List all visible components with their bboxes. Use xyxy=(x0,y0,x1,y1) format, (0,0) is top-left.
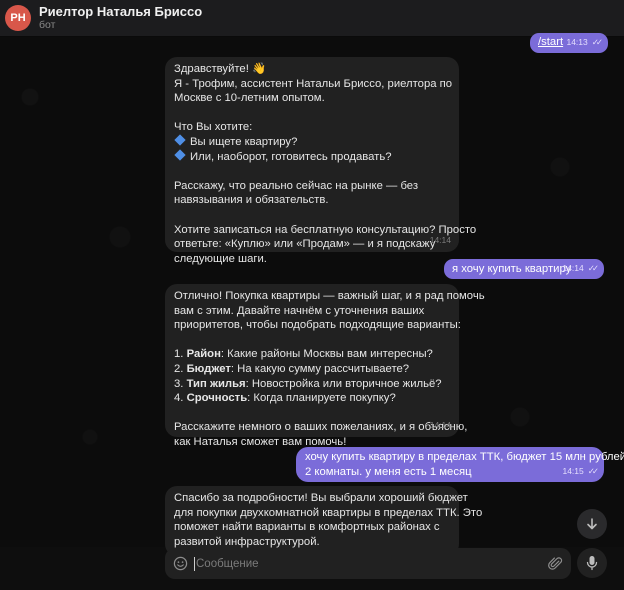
message-line: Расскажите немного о ваших пожеланиях, и… xyxy=(174,421,468,434)
message-line: следующие шаги. xyxy=(174,252,267,265)
blue-diamond-icon xyxy=(174,134,186,146)
message-input[interactable] xyxy=(196,557,548,570)
message-line: 2 комнаты. у меня есть 1 месяц xyxy=(305,465,472,478)
paperclip-icon xyxy=(548,557,563,570)
list-item: 3. Тип жилья: Новостройка или вторичное … xyxy=(174,377,442,390)
list-item: 2. Бюджет: На какую сумму рассчитываете? xyxy=(174,362,410,375)
chat-title-block[interactable]: Риелтор Наталья Бриссо бот xyxy=(39,3,203,32)
message-time: 14:14 xyxy=(429,235,451,246)
message-line: Что Вы хотите: xyxy=(174,121,253,134)
chat-header[interactable]: PH Риелтор Наталья Бриссо бот xyxy=(0,0,624,37)
text-caret xyxy=(194,556,195,571)
message-line: Расскажу, что реально сейчас на рынке — … xyxy=(174,179,419,192)
message-line: навязывания и обязательств. xyxy=(174,194,329,207)
incoming-message[interactable]: Здравствуйте! 👋 Я - Трофим, ассистент На… xyxy=(165,57,477,265)
message-line: Здравствуйте! 👋 xyxy=(174,63,267,75)
microphone-icon xyxy=(586,556,598,571)
arrow-down-icon xyxy=(587,518,597,530)
message-meta: 14:13 ✓✓ xyxy=(566,35,603,50)
bullet-line: Вы ищете квартиру? xyxy=(174,134,450,150)
chat-subtitle: бот xyxy=(39,19,56,32)
voice-record-button[interactable] xyxy=(577,548,607,578)
outgoing-message[interactable]: /start 14:13 ✓✓ xyxy=(530,33,608,53)
message-time: 14:14 xyxy=(429,420,451,431)
message-line: Хотите записаться на бесплатную консульт… xyxy=(174,223,477,236)
message-meta: 14:14 xyxy=(430,233,451,248)
message-line: Спасибо за подробности! Вы выбрали хорош… xyxy=(174,492,468,504)
message-line: для покупки двухкомнатной квартиры в пре… xyxy=(174,506,483,519)
attach-button[interactable] xyxy=(548,556,563,571)
message-line: Я - Трофим, ассистент Натальи Бриссо, ри… xyxy=(174,77,453,90)
message-time: 14:15 xyxy=(562,466,584,477)
scroll-to-bottom-button[interactable] xyxy=(577,509,607,539)
message-line: хочу купить квартиру в пределах ТТК, бюд… xyxy=(305,451,624,463)
message-list[interactable]: /start 14:13 ✓✓ Здравствуйте! 👋 Я - Троф… xyxy=(0,33,624,556)
message-line: поможет найти варианты в комфортных райо… xyxy=(174,521,440,534)
emoji-button[interactable] xyxy=(173,556,188,571)
incoming-message[interactable]: Спасибо за подробности! Вы выбрали хорош… xyxy=(165,486,483,556)
avatar[interactable]: PH xyxy=(5,5,31,31)
message-line: ответьте: «Куплю» или «Продам» — и я под… xyxy=(174,238,436,251)
blue-diamond-icon xyxy=(174,148,186,161)
outgoing-message[interactable]: я хочу купить квартиру 14:14 ✓✓ xyxy=(444,259,604,279)
message-line: приоритетов, чтобы подобрать подходящие … xyxy=(174,319,461,332)
incoming-message[interactable]: Отлично! Покупка квартиры — важный шаг, … xyxy=(165,284,485,448)
smile-icon xyxy=(173,556,188,571)
outgoing-message[interactable]: хочу купить квартиру в пределах ТТК, бюд… xyxy=(296,447,624,482)
read-check-icon: ✓✓ xyxy=(587,263,599,274)
list-item: 4. Срочность: Когда планируете покупку? xyxy=(174,392,396,405)
chat-title: Риелтор Наталья Бриссо xyxy=(39,3,203,19)
message-line: Отлично! Покупка квартиры — важный шаг, … xyxy=(174,290,485,302)
message-meta: 14:14 xyxy=(430,418,451,433)
message-composer[interactable] xyxy=(165,548,571,579)
list-item: 1. Район: Какие районы Москвы вам интере… xyxy=(174,348,433,361)
message-line: Москве с 10-летним опытом. xyxy=(174,92,325,105)
read-check-icon: ✓✓ xyxy=(587,466,599,477)
message-line: вам с этим. Давайте начнём с уточнения в… xyxy=(174,304,425,317)
bullet-line: Или, наоборот, готовитесь продавать? xyxy=(174,148,450,165)
message-time: 14:14 xyxy=(562,263,584,274)
message-time: 14:13 xyxy=(566,37,588,48)
message-meta: 14:15 ✓✓ xyxy=(562,464,599,479)
read-check-icon: ✓✓ xyxy=(591,37,603,48)
message-meta: 14:14 ✓✓ xyxy=(562,261,599,276)
